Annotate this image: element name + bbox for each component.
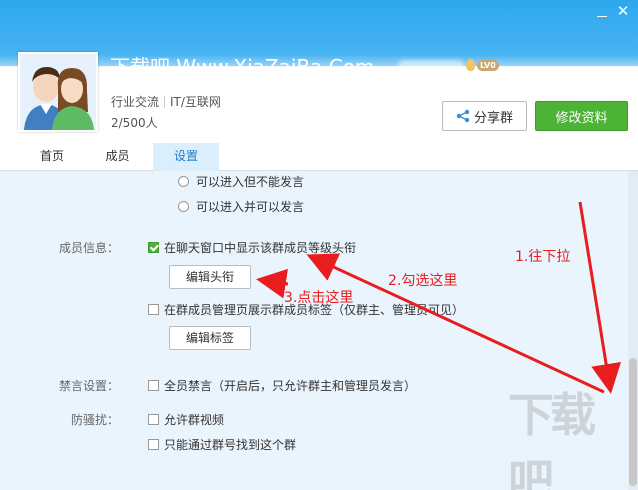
level-text: LV0: [477, 59, 499, 71]
edit-tag-button[interactable]: 编辑标签: [169, 326, 251, 350]
tab-members[interactable]: 成员: [85, 143, 150, 171]
group-id-blurred: [398, 60, 464, 72]
annotation-step-1: 1.往下拉: [515, 249, 571, 265]
mute-all-label: 全员禁言（开启后，只允许群主和管理员发言）: [164, 379, 417, 393]
mute-all-option[interactable]: 全员禁言（开启后，只允许群主和管理员发言）: [148, 377, 416, 394]
anti-spam-label: 防骚扰：: [71, 413, 120, 427]
edit-profile-button[interactable]: 修改资料: [535, 101, 628, 131]
share-label: 分享群: [473, 110, 513, 126]
share-group-button[interactable]: 分享群: [442, 101, 527, 131]
tab-home[interactable]: 首页: [22, 143, 82, 171]
divider: [164, 96, 166, 108]
search-only-checkbox[interactable]: [148, 439, 159, 450]
group-name: 下载吧 Www.XiaZaiBa.Com: [110, 55, 375, 79]
subcategory-label: IT/互联网: [170, 95, 221, 109]
show-level-checkbox[interactable]: [148, 242, 159, 253]
mute-settings-label: 禁言设置：: [59, 379, 120, 393]
show-level-option[interactable]: 在聊天窗口中显示该群成员等级头衔: [148, 239, 356, 256]
search-only-label: 只能通过群号找到这个群: [164, 438, 297, 452]
radio-option-can-speak[interactable]: 可以进入并可以发言: [178, 198, 304, 215]
group-avatar[interactable]: [18, 52, 98, 132]
minimize-icon[interactable]: [596, 8, 608, 20]
watermark-text: 下载吧: [508, 388, 596, 490]
allow-video-checkbox[interactable]: [148, 414, 159, 425]
radio-label: 可以进入并可以发言: [196, 200, 305, 214]
search-only-option[interactable]: 只能通过群号找到这个群: [148, 436, 296, 453]
radio-button[interactable]: [178, 176, 189, 187]
mute-all-checkbox[interactable]: [148, 380, 159, 391]
annotation-step-2: 2.勾选这里: [388, 273, 458, 289]
radio-button[interactable]: [178, 201, 189, 212]
show-tag-checkbox[interactable]: [148, 304, 159, 315]
flame-icon: [466, 59, 475, 71]
member-count: 2/500人: [111, 116, 158, 130]
allow-video-label: 允许群视频: [164, 413, 225, 427]
radio-option-no-speak[interactable]: 可以进入但不能发言: [178, 173, 304, 190]
tab-bar: 首页 成员 设置: [0, 143, 638, 171]
scrollbar-thumb[interactable]: [629, 358, 637, 486]
group-category: 行业交流 IT/互联网: [111, 93, 221, 110]
group-level-badge: LV0: [466, 59, 499, 71]
tab-settings[interactable]: 设置: [153, 143, 219, 171]
edit-title-button[interactable]: 编辑头衔: [169, 265, 251, 289]
allow-video-option[interactable]: 允许群视频: [148, 411, 224, 428]
group-header: ✕ 下载吧 Www.XiaZaiBa.Com LV0 行业交流 IT/互联网 2/…: [0, 0, 638, 143]
close-icon[interactable]: ✕: [614, 2, 632, 20]
share-icon: [456, 109, 470, 123]
watermark-logo: 下载吧: [508, 388, 628, 490]
radio-label: 可以进入但不能发言: [196, 175, 305, 189]
member-info-label: 成员信息：: [59, 241, 120, 255]
annotation-step-3: 3.点击这里: [284, 290, 354, 306]
category-label: 行业交流: [111, 95, 160, 109]
show-level-label: 在聊天窗口中显示该群成员等级头衔: [164, 241, 357, 255]
